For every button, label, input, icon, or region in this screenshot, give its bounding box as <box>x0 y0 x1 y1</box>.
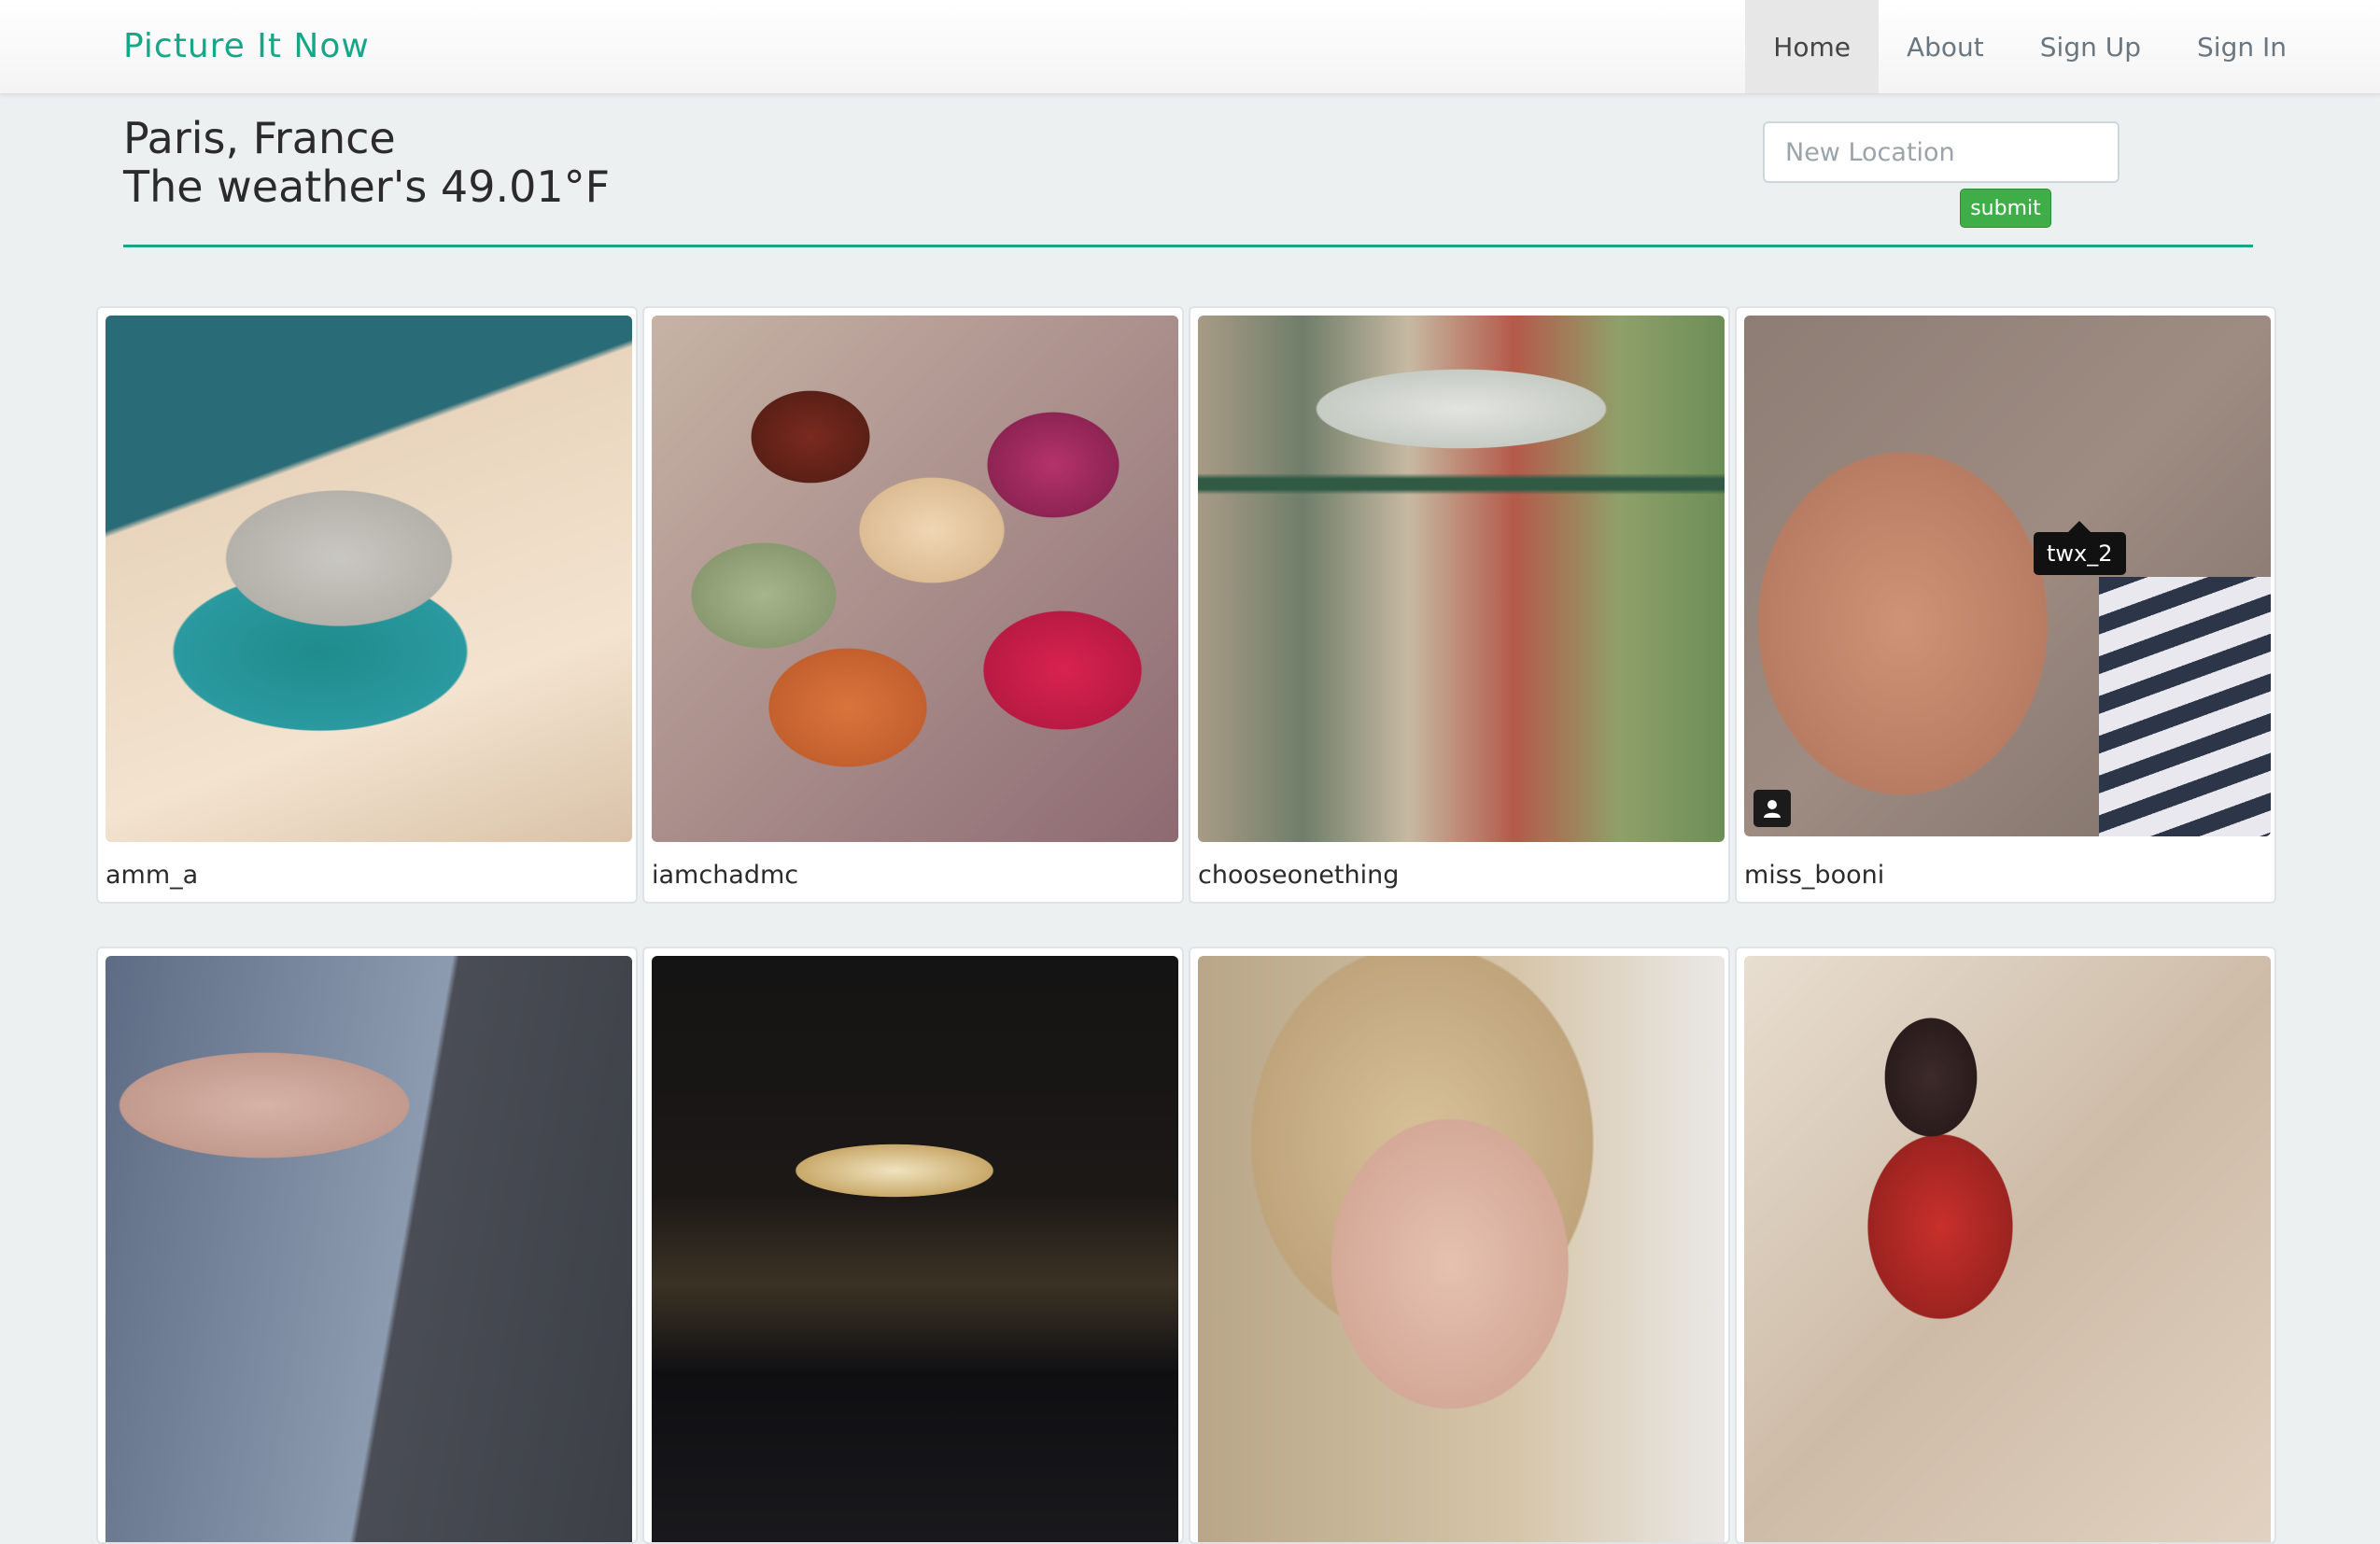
photo-card[interactable]: twx_2 miss_booni <box>1735 306 2276 904</box>
photo-username[interactable]: amm_a <box>106 859 198 892</box>
photo-card[interactable] <box>1189 947 1730 1544</box>
photo-image[interactable] <box>1198 956 1725 1542</box>
weather-readout: The weather's 49.01°F <box>123 161 611 212</box>
photo-username[interactable]: miss_booni <box>1744 859 1884 892</box>
location-city: Paris, France <box>123 113 396 163</box>
photo-card[interactable] <box>1735 947 2276 1544</box>
photo-image[interactable] <box>106 316 632 842</box>
photo-username[interactable]: chooseonething <box>1198 859 1399 892</box>
photo-username[interactable]: iamchadmc <box>652 859 798 892</box>
nav-sign-in[interactable]: Sign In <box>2169 0 2315 93</box>
photo-card[interactable] <box>642 947 1184 1544</box>
nav-sign-up[interactable]: Sign Up <box>2012 0 2169 93</box>
photo-image[interactable] <box>652 316 1178 842</box>
photo-card[interactable]: amm_a <box>96 306 638 904</box>
nav-home[interactable]: Home <box>1745 0 1879 93</box>
navbar: Picture It Now Home About Sign Up Sign I… <box>0 0 2380 94</box>
photo-tooltip: twx_2 <box>2034 521 2126 575</box>
photo-card[interactable] <box>96 947 638 1544</box>
photo-image[interactable]: twx_2 <box>1744 316 2271 836</box>
photo-card[interactable]: chooseonething <box>1189 306 1730 904</box>
main-nav: Home About Sign Up Sign In <box>1745 0 2315 93</box>
user-icon[interactable] <box>1753 790 1791 827</box>
photo-image[interactable] <box>1198 316 1725 842</box>
photo-image[interactable] <box>652 956 1178 1542</box>
nav-about[interactable]: About <box>1879 0 2012 93</box>
submit-button[interactable]: submit <box>1960 189 2051 228</box>
new-location-input[interactable] <box>1763 121 2119 183</box>
brand-logo[interactable]: Picture It Now <box>123 24 370 69</box>
photo-image[interactable] <box>1744 956 2271 1542</box>
photo-image[interactable] <box>106 956 632 1542</box>
header-divider <box>123 245 2253 247</box>
photo-card[interactable]: iamchadmc <box>642 306 1184 904</box>
